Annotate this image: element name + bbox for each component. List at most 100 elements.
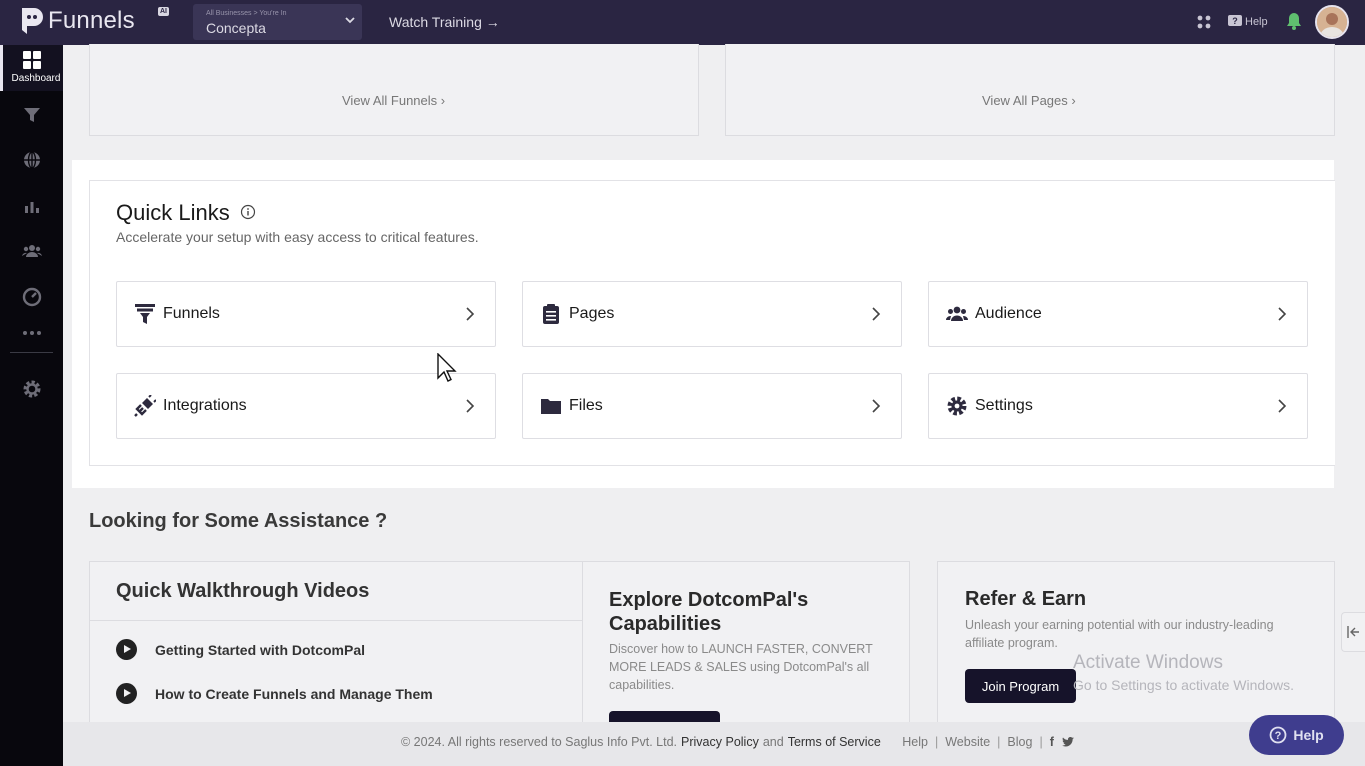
view-all-pages-label: View All Pages [982,93,1068,108]
footer-copyright: © 2024. All rights reserved to Saglus In… [401,735,678,749]
quick-link-audience[interactable]: Audience [928,281,1308,347]
chevron-right-icon: › [440,93,446,108]
chevron-right-icon [466,307,475,321]
quick-link-settings[interactable]: Settings [928,373,1308,439]
business-sublabel: All Businesses > You're In [206,10,287,17]
help-top-label: Help [1245,15,1268,28]
quick-link-label: Files [569,397,603,414]
refer-title: Refer & Earn [965,588,1087,610]
question-icon: ? [1228,15,1242,26]
video-item[interactable]: Getting Started with DotcomPal [116,639,365,660]
footer-separator [892,735,895,749]
footer-links: © 2024. All rights reserved to Saglus In… [401,735,1074,749]
video-title: How to Create Funnels and Manage Them [155,685,433,702]
view-all-funnels-label: View All Funnels [342,93,438,108]
business-selector[interactable]: All Businesses > You're In Concepta [193,4,362,40]
walkthrough-title: Quick Walkthrough Videos [116,580,370,602]
quick-link-funnels[interactable]: Funnels [116,281,496,347]
folder-icon [541,399,561,414]
user-avatar[interactable] [1315,5,1349,39]
svg-text:?: ? [1275,730,1282,742]
question-circle-icon: ? [1269,726,1287,744]
video-item[interactable]: How to Create Funnels and Manage Them [116,683,433,704]
sidebar-divider [10,352,53,353]
logo-text: Funnels [48,7,135,34]
footer-blog-link[interactable]: Blog [1007,735,1032,749]
sidebar-dashboard-label: Dashboard [11,73,61,84]
terms-link[interactable]: Terms of Service [788,735,881,749]
mouse-cursor-icon [437,353,457,382]
activate-windows-subtitle: Go to Settings to activate Windows. [1073,677,1294,693]
refer-description: Unleash your earning potential with our … [965,618,1274,650]
chevron-right-icon [872,399,881,413]
gear-icon [947,396,967,416]
pages-summary-card [725,44,1335,136]
bell-icon[interactable] [1286,12,1302,30]
play-icon [116,683,137,704]
footer-separator: | [934,735,939,749]
play-icon [116,639,137,660]
collapse-icon [1347,626,1359,638]
quick-link-label: Integrations [163,397,247,414]
help-fab-button[interactable]: ? Help [1249,715,1344,755]
view-all-funnels-link[interactable]: View All Funnels › [342,93,445,108]
chevron-right-icon: › [1071,93,1076,108]
logo-mark-icon [22,8,43,34]
view-all-pages-link[interactable]: View All Pages › [982,93,1076,108]
join-program-button[interactable]: Join Program [965,669,1076,703]
side-collapse-tab[interactable] [1341,612,1365,652]
apps-grid-icon[interactable] [1196,14,1212,30]
clipboard-icon [543,304,559,324]
watch-training-link[interactable]: Watch Training → [389,14,500,30]
info-icon[interactable] [240,204,256,220]
logo[interactable]: Funnels AI [18,6,169,36]
sidebar-funnel-icon[interactable] [22,105,42,125]
quick-link-files[interactable]: Files [522,373,902,439]
quick-link-label: Funnels [163,305,220,322]
facebook-icon[interactable]: f [1050,735,1054,749]
users-icon [946,306,968,321]
sidebar-analytics-icon[interactable] [22,196,42,216]
sidebar-audience-icon[interactable] [22,241,42,261]
privacy-policy-link[interactable]: Privacy Policy [681,735,759,749]
twitter-icon[interactable] [1061,737,1074,747]
explore-description: Discover how to LAUNCH FASTER, CONVERT M… [609,642,873,692]
chevron-right-icon [1278,307,1287,321]
funnels-summary-card [89,44,699,136]
chevron-right-icon [1278,399,1287,413]
business-name: Concepta [206,20,266,36]
footer-and: and [762,735,784,749]
quick-link-label: Settings [975,397,1033,414]
plug-icon [134,395,156,417]
sidebar-gauge-icon[interactable] [22,287,42,307]
dashboard-icon [23,51,41,69]
video-title: Getting Started with DotcomPal [155,641,366,658]
assistance-title: Looking for Some Assistance ? [89,510,388,532]
footer-help-link[interactable]: Help [902,735,928,749]
funnel-icon [135,304,155,324]
sidebar-globe-icon[interactable] [22,150,42,170]
quick-link-pages[interactable]: Pages [522,281,902,347]
footer-separator: | [997,735,1001,749]
top-bar: Funnels AI All Businesses > You're In Co… [0,0,1365,45]
sidebar-settings-icon[interactable] [22,379,42,399]
footer-separator: | [1039,735,1043,749]
activate-windows-title: Activate Windows [1073,652,1223,673]
logo-ai-badge: AI [158,7,169,16]
chevron-right-icon [466,399,475,413]
sidebar-item-dashboard[interactable]: Dashboard [0,45,63,91]
quick-link-label: Audience [975,305,1042,322]
sidebar: Dashboard [0,45,63,766]
help-fab-label: Help [1293,727,1324,743]
chevron-down-icon [345,17,355,24]
avatar-image [1317,7,1347,37]
sidebar-more-icon[interactable] [22,327,42,339]
walkthrough-divider [90,620,582,621]
chevron-right-icon [872,307,881,321]
explore-title: Explore DotcomPal's Capabilities [609,589,809,635]
quick-link-label: Pages [569,305,615,322]
help-top-button[interactable]: ? Help [1228,15,1268,28]
quick-links-subtitle: Accelerate your setup with easy access t… [116,229,479,245]
footer-website-link[interactable]: Website [945,735,990,749]
svg-text:?: ? [1232,16,1238,26]
